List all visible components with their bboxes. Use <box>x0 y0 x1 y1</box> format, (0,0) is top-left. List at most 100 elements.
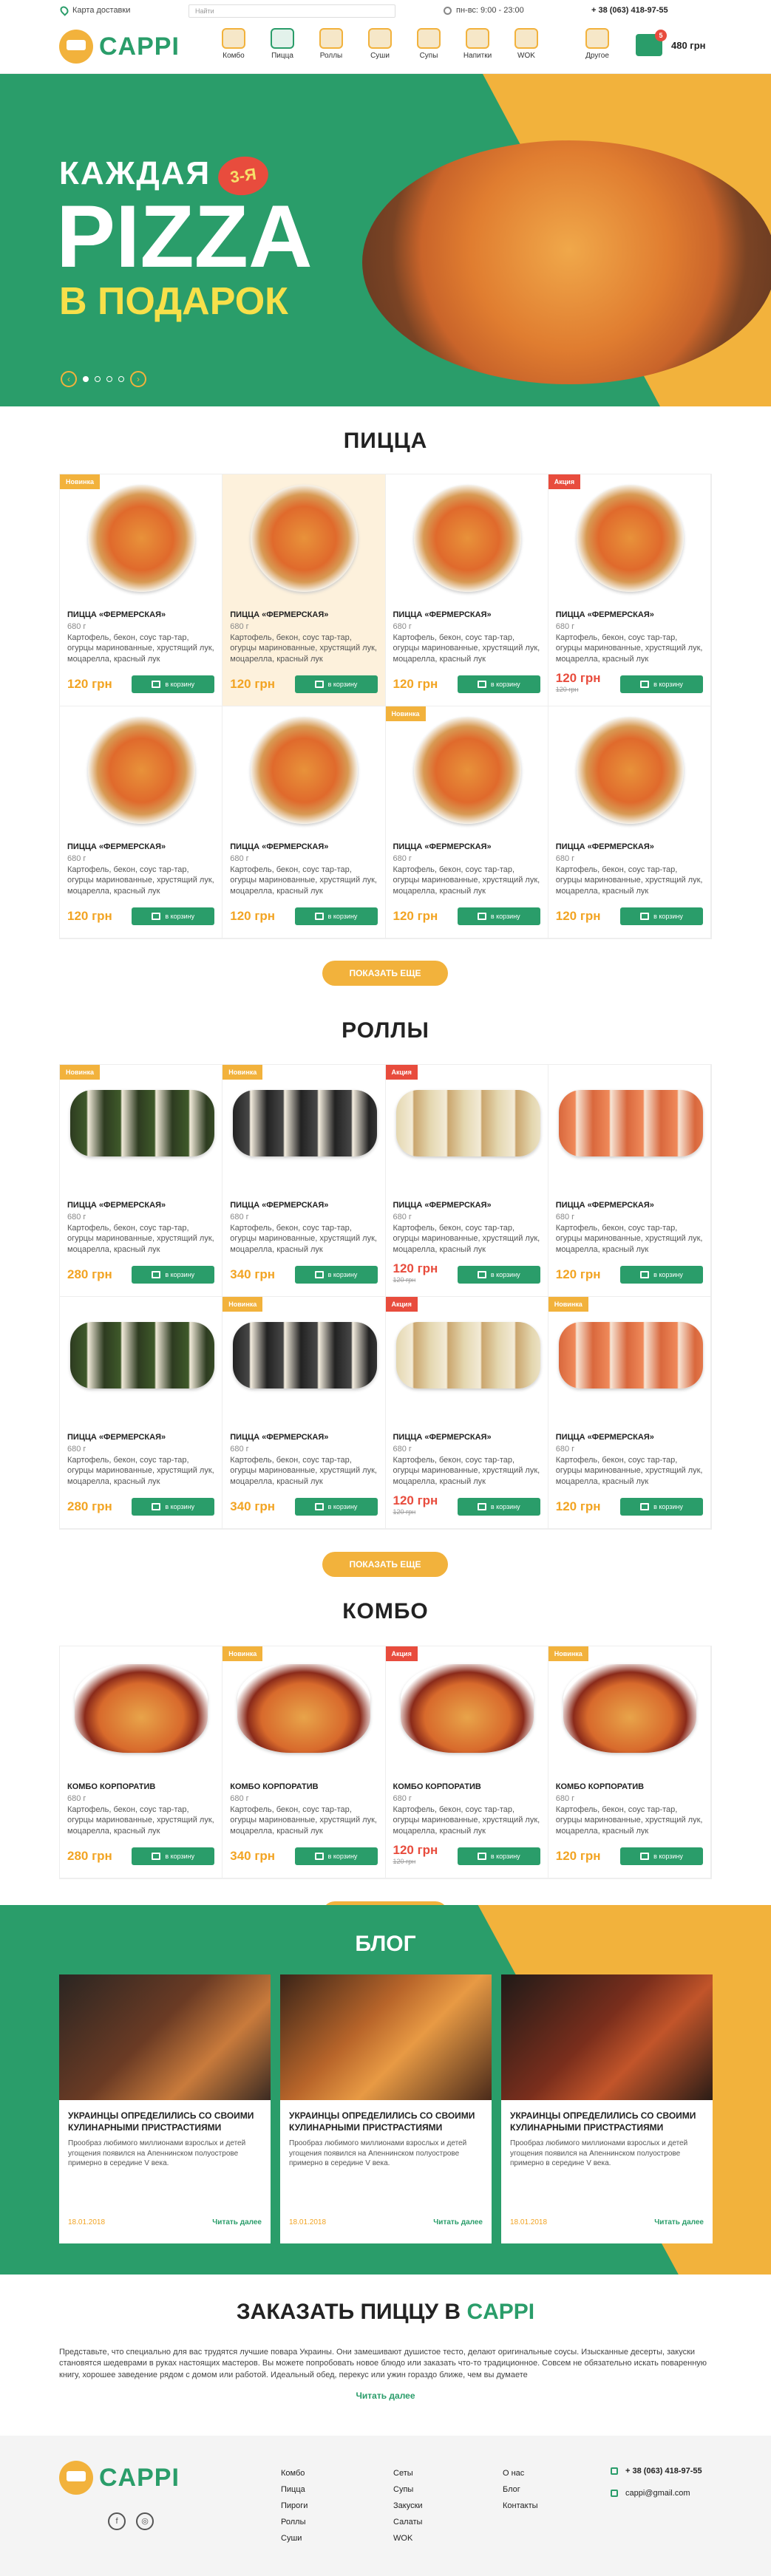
product-name[interactable]: ПИЦЦА «ФЕРМЕРСКАЯ» <box>67 610 166 619</box>
product-image[interactable] <box>251 485 359 592</box>
product-image[interactable] <box>88 485 195 592</box>
product-card[interactable]: ПИЦЦА «ФЕРМЕРСКАЯ» 680 г Картофель, бекон,… <box>548 1065 711 1297</box>
footer-link[interactable]: Супы <box>393 2481 423 2498</box>
product-card[interactable]: ПИЦЦА «ФЕРМЕРСКАЯ» 680 г Картофель, бекон,… <box>223 706 386 938</box>
blog-read-more-link[interactable]: Читать далее <box>212 2218 262 2226</box>
category-pizza[interactable]: Пицца <box>259 28 305 60</box>
product-card[interactable]: ПИЦЦА «ФЕРМЕРСКАЯ» 680 г Картофель, бекон,… <box>60 706 223 938</box>
product-name[interactable]: КОМБО КОРПОРАТИВ <box>556 1782 644 1791</box>
product-card[interactable]: ПИЦЦА «ФЕРМЕРСКАЯ» 680 г Картофель, бекон,… <box>223 474 386 706</box>
blog-read-more-link[interactable]: Читать далее <box>654 2218 704 2226</box>
product-card[interactable]: Новинка КОМБО КОРПОРАТИВ 680 г Картофель, б… <box>223 1646 386 1878</box>
add-to-cart-button[interactable]: в корзину <box>132 1498 215 1516</box>
add-to-cart-button[interactable]: в корзину <box>457 675 540 693</box>
add-to-cart-button[interactable]: в корзину <box>620 675 703 693</box>
product-card[interactable]: ПИЦЦА «ФЕРМЕРСКАЯ» 680 г Картофель, бекон,… <box>385 474 548 706</box>
category-sushi[interactable]: Суши <box>357 28 403 60</box>
slider-dot[interactable] <box>83 376 89 382</box>
blog-post[interactable]: УКРАИНЦЫ ОПРЕДЕЛИЛИСЬ СО СВОИМИ КУЛИНАРН… <box>280 1974 492 2243</box>
footer-phone[interactable]: + 38 (063) 418-97-55 <box>625 2467 702 2476</box>
product-name[interactable]: ПИЦЦА «ФЕРМЕРСКАЯ» <box>67 842 166 851</box>
product-image[interactable] <box>75 1664 208 1753</box>
product-card[interactable]: КОМБО КОРПОРАТИВ 680 г Картофель, бекон, с… <box>60 1646 223 1878</box>
slider-next-button[interactable]: › <box>130 371 146 387</box>
add-to-cart-button[interactable]: в корзину <box>294 1847 378 1865</box>
footer-link[interactable]: Закуски <box>393 2498 423 2514</box>
product-name[interactable]: ПИЦЦА «ФЕРМЕРСКАЯ» <box>393 842 492 851</box>
order-read-more-link[interactable]: Читать далее <box>0 2391 771 2401</box>
footer-link[interactable]: Контакты <box>503 2498 538 2514</box>
category-wok[interactable]: WOK <box>503 28 549 60</box>
product-card[interactable]: Новинка ПИЦЦА «ФЕРМЕРСКАЯ» 680 г Картофель,… <box>548 1297 711 1529</box>
delivery-map-link[interactable]: Карта доставки <box>58 4 130 16</box>
product-image[interactable] <box>576 485 684 592</box>
add-to-cart-button[interactable]: в корзину <box>294 907 378 925</box>
product-card[interactable]: Акция ПИЦЦА «ФЕРМЕРСКАЯ» 680 г Картофель, б… <box>385 1065 548 1297</box>
product-card[interactable]: Акция КОМБО КОРПОРАТИВ 680 г Картофель, бек… <box>385 1646 548 1878</box>
add-to-cart-button[interactable]: в корзину <box>294 1266 378 1284</box>
blog-post-title[interactable]: УКРАИНЦЫ ОПРЕДЕЛИЛИСЬ СО СВОИМИ КУЛИНАРН… <box>289 2110 483 2133</box>
product-name[interactable]: ПИЦЦА «ФЕРМЕРСКАЯ» <box>393 1433 492 1442</box>
footer-link[interactable]: Сеты <box>393 2465 423 2481</box>
product-image[interactable] <box>413 717 521 824</box>
product-name[interactable]: ПИЦЦА «ФЕРМЕРСКАЯ» <box>230 610 328 619</box>
slider-dot[interactable] <box>118 376 124 382</box>
product-name[interactable]: ПИЦЦА «ФЕРМЕРСКАЯ» <box>556 842 654 851</box>
product-image[interactable] <box>558 1090 703 1156</box>
product-card[interactable]: Новинка ПИЦЦА «ФЕРМЕРСКАЯ» 680 г Картофель,… <box>60 1065 223 1297</box>
category-drinks[interactable]: Напитки <box>455 28 500 60</box>
add-to-cart-button[interactable]: в корзину <box>457 1266 540 1284</box>
product-image[interactable] <box>251 717 359 824</box>
add-to-cart-button[interactable]: в корзину <box>457 1498 540 1516</box>
product-name[interactable]: КОМБО КОРПОРАТИВ <box>393 1782 481 1791</box>
add-to-cart-button[interactable]: в корзину <box>620 1498 703 1516</box>
footer-link[interactable]: Блог <box>503 2481 538 2498</box>
product-name[interactable]: КОМБО КОРПОРАТИВ <box>230 1782 318 1791</box>
product-image[interactable] <box>233 1322 378 1388</box>
product-card[interactable]: Новинка ПИЦЦА «ФЕРМЕРСКАЯ» 680 г Картофель,… <box>60 474 223 706</box>
product-name[interactable]: ПИЦЦА «ФЕРМЕРСКАЯ» <box>230 1201 328 1210</box>
instagram-icon[interactable]: ◎ <box>136 2512 154 2530</box>
product-card[interactable]: ПИЦЦА «ФЕРМЕРСКАЯ» 680 г Картофель, бекон,… <box>548 706 711 938</box>
product-image[interactable] <box>237 1664 371 1753</box>
footer-link[interactable]: Пироги <box>281 2498 308 2514</box>
footer-link[interactable]: Пицца <box>281 2481 308 2498</box>
product-name[interactable]: ПИЦЦА «ФЕРМЕРСКАЯ» <box>556 610 654 619</box>
add-to-cart-button[interactable]: в корзину <box>620 907 703 925</box>
product-name[interactable]: ПИЦЦА «ФЕРМЕРСКАЯ» <box>556 1433 654 1442</box>
blog-post-title[interactable]: УКРАИНЦЫ ОПРЕДЕЛИЛИСЬ СО СВОИМИ КУЛИНАРН… <box>68 2110 262 2133</box>
add-to-cart-button[interactable]: в корзину <box>132 1847 215 1865</box>
product-image[interactable] <box>233 1090 378 1156</box>
logo[interactable]: CAPPI <box>59 30 180 64</box>
product-name[interactable]: ПИЦЦА «ФЕРМЕРСКАЯ» <box>230 842 328 851</box>
add-to-cart-button[interactable]: в корзину <box>620 1266 703 1284</box>
footer-link[interactable]: Комбо <box>281 2465 308 2481</box>
add-to-cart-button[interactable]: в корзину <box>457 1847 540 1865</box>
category-rolls[interactable]: Роллы <box>308 28 354 60</box>
product-image[interactable] <box>70 1322 214 1388</box>
add-to-cart-button[interactable]: в корзину <box>132 675 215 693</box>
blog-post-title[interactable]: УКРАИНЦЫ ОПРЕДЕЛИЛИСЬ СО СВОИМИ КУЛИНАРН… <box>510 2110 704 2133</box>
add-to-cart-button[interactable]: в корзину <box>294 675 378 693</box>
footer-link[interactable]: Роллы <box>281 2514 308 2530</box>
product-card[interactable]: Акция ПИЦЦА «ФЕРМЕРСКАЯ» 680 г Картофель, б… <box>548 474 711 706</box>
add-to-cart-button[interactable]: в корзину <box>294 1498 378 1516</box>
product-image[interactable] <box>395 1090 540 1156</box>
cart-button[interactable]: 5 480 грн <box>636 30 706 56</box>
category-combo[interactable]: Комбо <box>211 28 257 60</box>
slider-dot[interactable] <box>95 376 101 382</box>
product-image[interactable] <box>558 1322 703 1388</box>
blog-post[interactable]: УКРАИНЦЫ ОПРЕДЕЛИЛИСЬ СО СВОИМИ КУЛИНАРН… <box>501 1974 713 2243</box>
footer-link[interactable]: О нас <box>503 2465 538 2481</box>
add-to-cart-button[interactable]: в корзину <box>457 907 540 925</box>
product-image[interactable] <box>576 717 684 824</box>
category-other[interactable]: Другое <box>574 28 620 60</box>
add-to-cart-button[interactable]: в корзину <box>620 1847 703 1865</box>
facebook-icon[interactable]: f <box>108 2512 126 2530</box>
add-to-cart-button[interactable]: в корзину <box>132 1266 215 1284</box>
product-image[interactable] <box>563 1664 696 1753</box>
product-card[interactable]: Акция ПИЦЦА «ФЕРМЕРСКАЯ» 680 г Картофель, б… <box>385 1297 548 1529</box>
slider-prev-button[interactable]: ‹ <box>61 371 77 387</box>
category-soups[interactable]: Супы <box>406 28 452 60</box>
product-name[interactable]: ПИЦЦА «ФЕРМЕРСКАЯ» <box>67 1201 166 1210</box>
